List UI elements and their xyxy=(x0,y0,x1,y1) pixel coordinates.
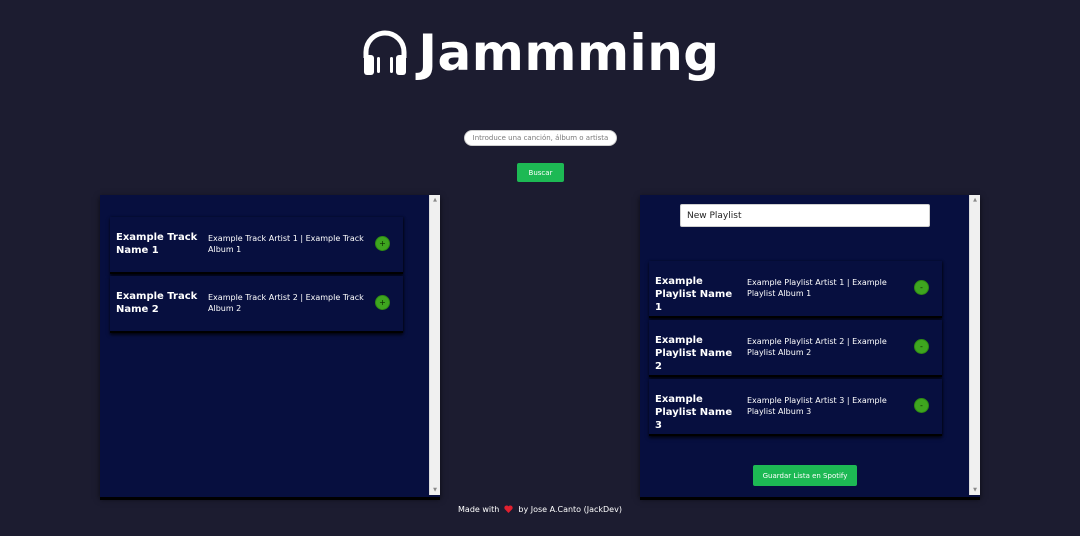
search-results-panel: Example Track Name 1 Example Track Artis… xyxy=(100,195,440,497)
remove-track-button[interactable]: - xyxy=(914,339,929,354)
scroll-up-icon[interactable]: ▲ xyxy=(430,195,440,205)
track-info: Example Track Artist 1 | Example Track A… xyxy=(208,234,364,254)
search-button[interactable]: Buscar xyxy=(517,163,564,182)
footer-author: by Jose A.Canto (JackDev) xyxy=(518,504,622,514)
playlist-name-input[interactable] xyxy=(680,204,930,227)
add-track-button[interactable]: + xyxy=(375,236,390,251)
footer: Made with by Jose A.Canto (JackDev) xyxy=(0,503,1080,515)
search-input[interactable] xyxy=(464,130,617,146)
playlist-track-row: Example Playlist Name 3 Example Playlist… xyxy=(649,379,942,436)
track-row: Example Track Name 2 Example Track Artis… xyxy=(110,276,403,333)
track-name: Example Playlist Name 2 xyxy=(655,335,733,372)
app-title: Jammming xyxy=(418,24,720,82)
add-track-button[interactable]: + xyxy=(375,295,390,310)
track-info: Example Playlist Artist 1 | Example Play… xyxy=(747,278,887,298)
playlist-track-row: Example Playlist Name 1 Example Playlist… xyxy=(649,261,942,318)
results-scrollbar[interactable]: ▲ ▼ xyxy=(429,195,440,495)
scroll-up-icon[interactable]: ▲ xyxy=(970,195,980,205)
headphones-icon xyxy=(363,30,407,75)
heart-icon xyxy=(504,505,514,513)
track-info: Example Track Artist 2 | Example Track A… xyxy=(208,293,364,313)
scroll-down-icon[interactable]: ▼ xyxy=(970,485,980,495)
track-name: Example Track Name 2 xyxy=(116,291,198,315)
playlist-scrollbar[interactable]: ▲ ▼ xyxy=(969,195,980,495)
track-name: Example Playlist Name 1 xyxy=(655,276,733,313)
playlist-panel: Example Playlist Name 1 Example Playlist… xyxy=(640,195,980,497)
remove-track-button[interactable]: - xyxy=(914,280,929,295)
app-header: Jammming xyxy=(0,18,1080,88)
footer-made-with: Made with xyxy=(458,504,500,514)
track-name: Example Playlist Name 3 xyxy=(655,394,733,431)
track-info: Example Playlist Artist 2 | Example Play… xyxy=(747,337,887,357)
track-name: Example Track Name 1 xyxy=(116,232,198,256)
track-info: Example Playlist Artist 3 | Example Play… xyxy=(747,396,887,416)
track-row: Example Track Name 1 Example Track Artis… xyxy=(110,217,403,274)
save-to-spotify-button[interactable]: Guardar Lista en Spotify xyxy=(753,465,857,486)
scroll-down-icon[interactable]: ▼ xyxy=(430,485,440,495)
remove-track-button[interactable]: - xyxy=(914,398,929,413)
playlist-track-row: Example Playlist Name 2 Example Playlist… xyxy=(649,320,942,377)
